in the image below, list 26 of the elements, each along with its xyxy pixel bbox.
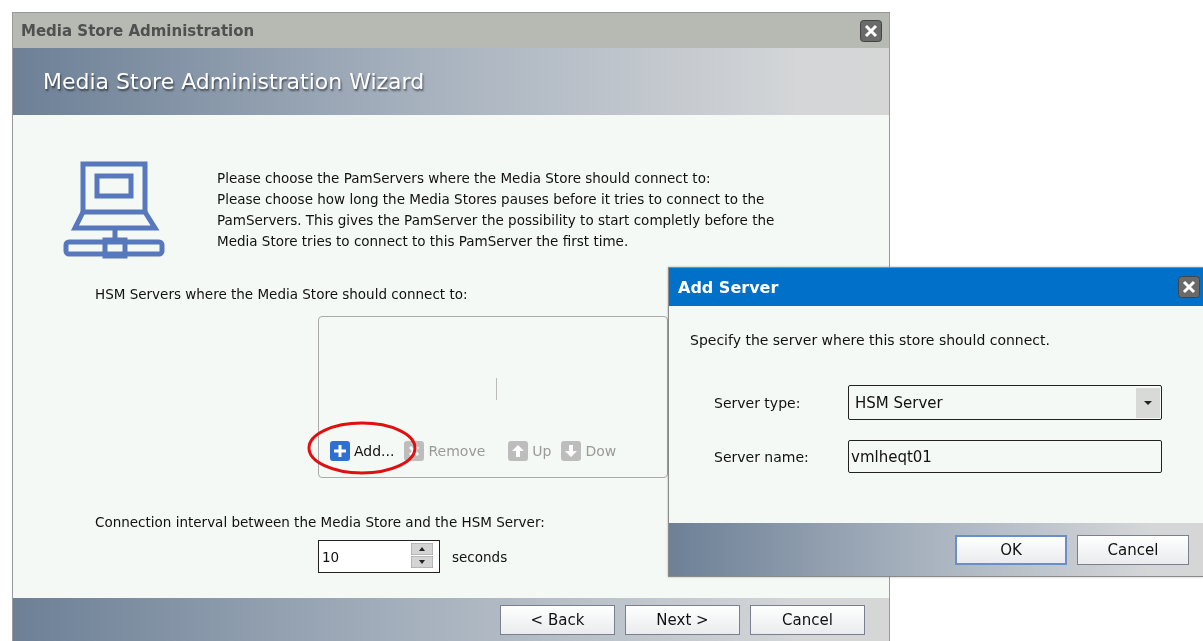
server-type-dropdown[interactable]: HSM Server bbox=[848, 385, 1162, 420]
plus-icon bbox=[330, 441, 350, 461]
interval-label: Connection interval between the Media Store and the HSM Server: bbox=[95, 514, 545, 530]
interval-input[interactable]: 10 bbox=[319, 541, 409, 572]
interval-spinner[interactable]: 10 bbox=[318, 540, 440, 573]
dialog-title: Add Server bbox=[678, 277, 779, 297]
wizard-button[interactable]: Next > bbox=[625, 604, 740, 635]
servers-label: HSM Servers where the Media Store should connect to: bbox=[95, 286, 468, 302]
window-title: Media Store Administration bbox=[21, 21, 255, 40]
wizard-button[interactable]: < Back bbox=[500, 604, 615, 635]
close-icon[interactable] bbox=[1178, 276, 1200, 298]
field-label: Server type: bbox=[714, 394, 802, 411]
dialog-button[interactable]: Cancel bbox=[1077, 534, 1189, 565]
dialog-instruction: Specify the server where this store should connect. bbox=[690, 332, 1051, 348]
computer-network-icon bbox=[63, 160, 167, 262]
wizard-title: Media Store Administration Wizard bbox=[43, 69, 425, 94]
close-icon[interactable] bbox=[860, 19, 882, 42]
instruction-heading: Please choose the PamServers where the Media Store should connect to: bbox=[217, 169, 712, 188]
wizard-button[interactable]: Cancel bbox=[750, 604, 865, 635]
up-arrow-icon[interactable] bbox=[411, 543, 433, 555]
dialog-button[interactable]: OK bbox=[955, 534, 1067, 565]
server-name-field[interactable]: vmlheqt01 bbox=[848, 440, 1162, 473]
instruction-text: Please choose how long the Media Stores pauses before it tries to connect to the PamServers. This gives the PamServer the possibility to start completly before the Media Store tries to connect to this PamServer the first time. bbox=[217, 190, 776, 251]
field-label: Server name: bbox=[714, 448, 810, 465]
unit-label: seconds bbox=[452, 548, 508, 565]
down-arrow-icon[interactable] bbox=[411, 556, 433, 568]
